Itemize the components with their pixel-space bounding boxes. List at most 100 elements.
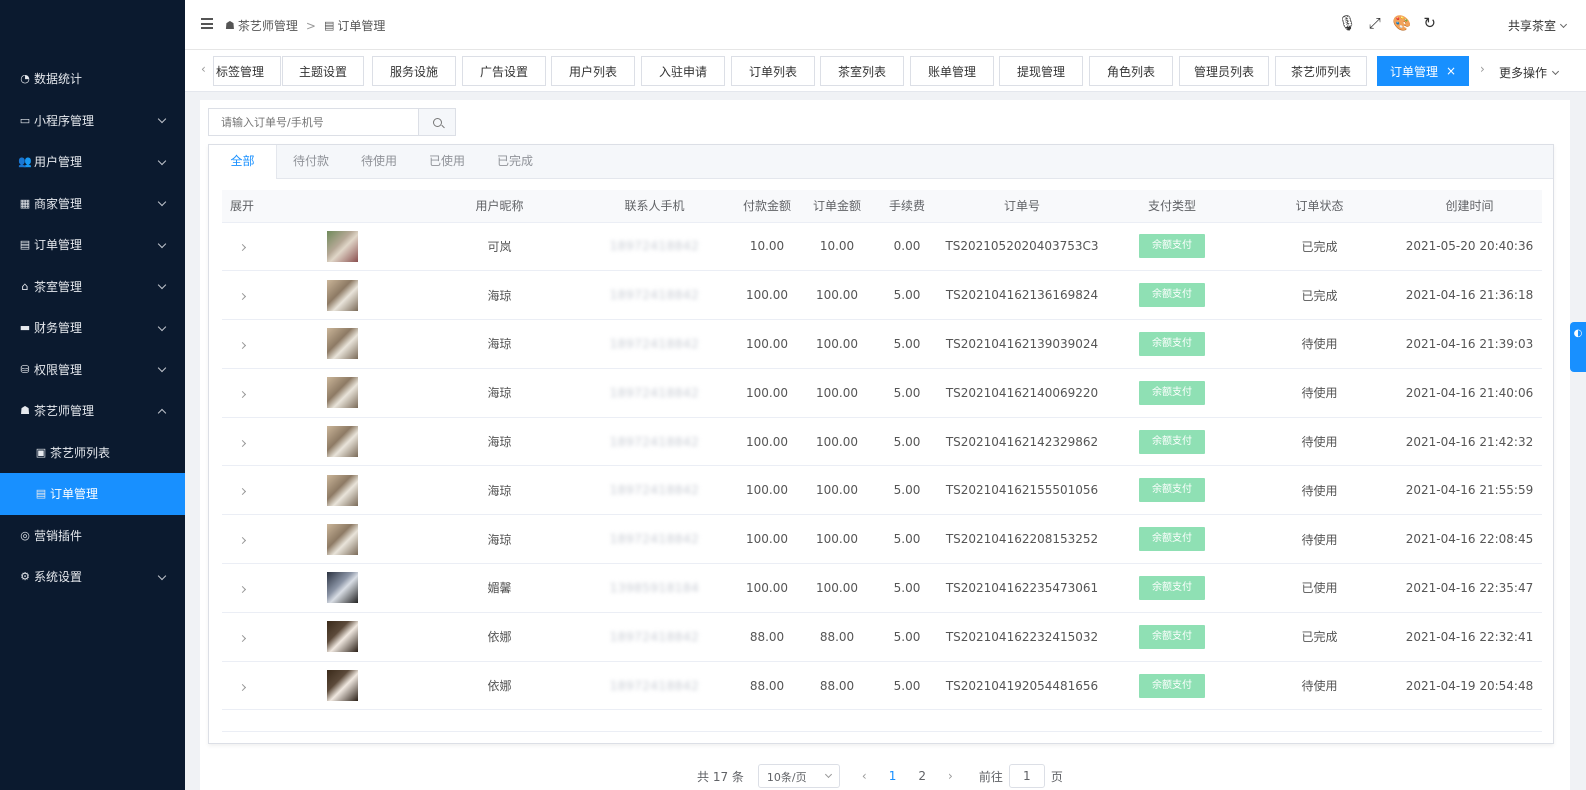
chevron-right-icon[interactable]: [238, 683, 246, 691]
chevron-right-icon[interactable]: [238, 244, 246, 252]
home-icon: ⌂: [21, 279, 29, 293]
expand-cell[interactable]: [222, 661, 262, 711]
page-size-select[interactable]: 10条/页: [757, 764, 840, 788]
phone-cell: 18972418842: [577, 222, 732, 272]
table-row[interactable]: 媚馨 13985918184 100.00 100.00 5.00 TS202104162…: [222, 563, 1542, 613]
chevron-right-icon[interactable]: [238, 537, 246, 545]
sidebar-item-merchants[interactable]: ▦ 商家管理: [0, 183, 185, 225]
sidebar-item-label: 用户管理: [34, 155, 83, 170]
tab-completed[interactable]: 已完成: [481, 145, 549, 178]
expand-cell[interactable]: [222, 417, 262, 467]
expand-cell[interactable]: [222, 514, 262, 565]
avatar-cell: [262, 563, 422, 613]
tag-item[interactable]: 茶室列表: [820, 56, 904, 86]
chevron-right-icon[interactable]: [238, 585, 246, 594]
tag-item[interactable]: 广告设置: [462, 56, 546, 86]
table-row[interactable]: 海琼 18972418842 100.00 100.00 5.00 TS202104162…: [222, 270, 1542, 321]
order-number-cell: TS202104162208153252: [942, 514, 1102, 565]
tag-item[interactable]: 用户列表: [551, 56, 635, 86]
phone-value: 18972418842: [609, 629, 700, 644]
chevron-right-icon[interactable]: ›: [948, 769, 953, 783]
expand-cell[interactable]: [222, 563, 262, 613]
tag-item[interactable]: 入驻申请: [641, 56, 725, 86]
tag-item-active[interactable]: 订单管理 ×: [1377, 56, 1469, 86]
chevron-left-icon[interactable]: ‹: [862, 769, 867, 783]
fullscreen-icon[interactable]: ⤢: [1369, 14, 1381, 32]
page-number[interactable]: 1: [889, 769, 897, 783]
tag-item[interactable]: 订单列表: [731, 56, 815, 86]
expand-cell[interactable]: [222, 270, 262, 321]
chevron-left-icon[interactable]: ‹: [201, 62, 206, 76]
phone-value: 18972418842: [609, 385, 700, 400]
phone-cell: 18972418842: [577, 661, 732, 711]
chevron-right-icon[interactable]: [238, 390, 246, 398]
tag-item[interactable]: 提现管理: [999, 56, 1083, 86]
more-operations-dropdown[interactable]: 更多操作: [1499, 64, 1560, 81]
pay-type-cell: 余额支付: [1102, 514, 1242, 565]
sidebar-item-tea-artist-list[interactable]: ▣ 茶艺师列表: [0, 432, 185, 474]
column-header: 创建时间: [1397, 190, 1542, 223]
tab-used[interactable]: 已使用: [413, 145, 481, 178]
table-row[interactable]: 海琼 18972418842 100.00 100.00 5.00 TS202104162…: [222, 368, 1542, 418]
sidebar-item-orders[interactable]: ▤ 订单管理: [0, 224, 185, 266]
chevron-right-icon[interactable]: [238, 439, 246, 447]
microphone-off-icon[interactable]: 🎙: [1338, 14, 1357, 32]
expand-cell[interactable]: [222, 612, 262, 662]
search-input[interactable]: [208, 108, 418, 136]
expand-cell[interactable]: [222, 465, 262, 516]
page-number[interactable]: 2: [918, 769, 926, 783]
tag-item[interactable]: 主题设置: [282, 56, 364, 86]
table-row[interactable]: 海琼 18972418842 100.00 100.00 5.00 TS202104162…: [222, 465, 1542, 516]
chevron-right-icon[interactable]: [238, 293, 246, 301]
tag-item[interactable]: 管理员列表: [1179, 56, 1269, 86]
expand-cell[interactable]: [222, 319, 262, 369]
search-button[interactable]: [418, 108, 456, 136]
expand-cell[interactable]: [222, 368, 262, 418]
breadcrumb: ☗ 茶艺师管理 > ▤ 订单管理: [225, 17, 385, 34]
tag-item[interactable]: 服务设施: [372, 56, 456, 86]
tab-pending-payment[interactable]: 待付款: [277, 145, 345, 178]
refresh-icon[interactable]: ↻: [1423, 14, 1436, 32]
expand-cell[interactable]: [222, 222, 262, 272]
sidebar-item-data-stats[interactable]: ◔ 数据统计: [0, 58, 185, 100]
order-amount-cell: 100.00: [802, 563, 872, 613]
tag-item[interactable]: 账单管理: [910, 56, 994, 86]
close-icon[interactable]: ×: [1446, 64, 1456, 78]
palette-icon[interactable]: 🎨: [1393, 14, 1412, 32]
table-row[interactable]: 依娜 18972418842 88.00 88.00 5.00 TS20210419205…: [222, 661, 1542, 711]
table-row[interactable]: 依娜 18972418842 88.00 88.00 5.00 TS20210416223…: [222, 612, 1542, 662]
sidebar-item-users[interactable]: 👥 用户管理: [0, 141, 185, 183]
sidebar-item-tea-artists[interactable]: ☗ 茶艺师管理: [0, 390, 185, 432]
tag-item[interactable]: 标签管理: [213, 56, 281, 86]
chevron-right-icon[interactable]: [238, 634, 246, 642]
chevron-right-icon[interactable]: [238, 488, 246, 496]
tag-item[interactable]: 角色列表: [1089, 56, 1173, 86]
sidebar-item-tearooms[interactable]: ⌂ 茶室管理: [0, 266, 185, 308]
table-row[interactable]: 可岚 18972418842 10.00 10.00 0.00 TS20210520204…: [222, 222, 1542, 272]
sidebar-item-marketing[interactable]: ◎ 营销插件: [0, 515, 185, 557]
clipboard-icon: ▤: [323, 19, 335, 32]
breadcrumb-item[interactable]: 茶艺师管理: [238, 17, 298, 34]
sidebar-item-order-management[interactable]: ▤ 订单管理: [0, 473, 185, 515]
sidebar-menu: ◔ 数据统计 ▭ 小程序管理 👥 用户管理 ▦ 商家管理 ▤ 订单管理 ⌂ 茶室管理 ▬ 财务…: [0, 58, 185, 598]
tab-all[interactable]: 全部: [209, 145, 277, 179]
tag-item[interactable]: 茶艺师列表: [1275, 56, 1367, 86]
table-row[interactable]: 海琼 18972418842 100.00 100.00 5.00 TS202104162…: [222, 514, 1542, 565]
chevron-right-icon[interactable]: [238, 341, 246, 350]
sidebar-item-miniprogram[interactable]: ▭ 小程序管理: [0, 100, 185, 142]
pay-type-cell: 余额支付: [1102, 368, 1242, 418]
tab-pending-use[interactable]: 待使用: [345, 145, 413, 178]
table-row[interactable]: 海琼 18972418842 100.00 100.00 5.00 TS202104162…: [222, 319, 1542, 369]
created-time-cell: 2021-04-16 22:08:45: [1397, 514, 1542, 565]
sidebar-item-label: 权限管理: [34, 362, 83, 377]
sidebar-item-finance[interactable]: ▬ 财务管理: [0, 307, 185, 349]
goto-page-input[interactable]: 1: [1008, 764, 1045, 788]
theme-settings-tab[interactable]: ◐: [1570, 322, 1586, 372]
phone-value: 18972418842: [609, 239, 700, 254]
table-row[interactable]: 海琼 18972418842 100.00 100.00 5.00 TS202104162…: [222, 417, 1542, 467]
chevron-right-icon[interactable]: ›: [1480, 62, 1485, 76]
hamburger-icon[interactable]: [201, 18, 213, 32]
sidebar-item-permissions[interactable]: ⛁ 权限管理: [0, 349, 185, 391]
user-dropdown[interactable]: 共享茶室: [1508, 17, 1568, 34]
sidebar-item-settings[interactable]: ⚙ 系统设置: [0, 556, 185, 598]
